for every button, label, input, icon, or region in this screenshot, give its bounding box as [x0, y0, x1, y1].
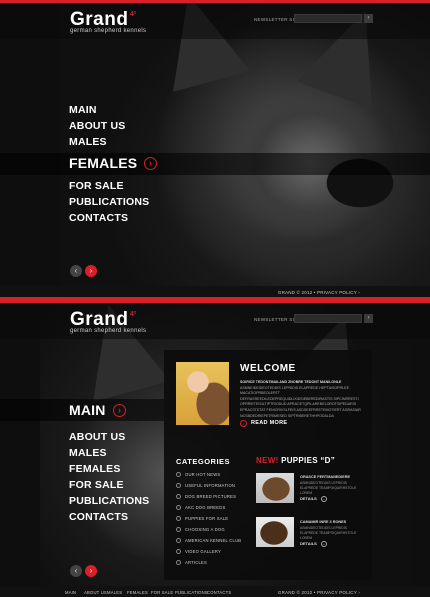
puppy-photo[interactable] — [256, 473, 294, 503]
welcome-title: WELCOME — [240, 363, 296, 374]
footer-link-main[interactable]: MAIN — [65, 590, 76, 595]
new-badge: NEW! — [256, 456, 279, 465]
bullet-icon — [176, 505, 181, 511]
tagline: german shepherd kennels — [70, 328, 147, 334]
category-link[interactable]: DOG BREED PICTURES — [176, 494, 236, 500]
arrow-right-icon[interactable]: › — [144, 157, 157, 170]
footer-bar: GRAND © 2012 • PRIVACY POLICY › — [0, 286, 430, 297]
footer-link-females[interactable]: FEMALES — [127, 590, 148, 595]
header-bar: Grand 4² german shepherd kennels NEWSLET… — [0, 3, 430, 39]
welcome-lead: SOIRICE TEDONTMAILAND ZNOBRE TEDONT MANI… — [240, 380, 342, 384]
menu-publications[interactable]: PUBLICATIONS — [69, 495, 149, 507]
puppy-name[interactable]: ORASCE FERTMANEDIERE — [300, 475, 350, 479]
arrow-right-icon: › — [320, 496, 327, 502]
category-link[interactable]: OUR HOT NEWS — [176, 472, 220, 478]
homepage-preview-main: Grand 4² german shepherd kennels NEWSLET… — [0, 300, 430, 597]
menu-publications[interactable]: PUBLICATIONS — [69, 196, 149, 208]
puppy-description: ASMNIDEOTEDDIS LEPRIDIS ELAPREDE TEAMPOI… — [300, 526, 357, 540]
category-link[interactable]: PUPPIES FOR SALE — [176, 516, 228, 522]
slider-prev-button[interactable]: ‹ — [70, 565, 82, 577]
menu-main[interactable]: MAIN — [69, 403, 106, 417]
bullet-icon — [176, 549, 181, 555]
bullet-icon — [176, 472, 181, 478]
slider-prev-button[interactable]: ‹ — [70, 265, 82, 277]
footer-link-males[interactable]: MALES — [107, 590, 122, 595]
content-box: WELCOME SOIRICE TEDONTMAILAND ZNOBRE TED… — [164, 350, 372, 580]
menu-females[interactable]: FEMALES — [69, 463, 121, 475]
menu-for-sale[interactable]: FOR SALE — [69, 479, 124, 491]
puppy-description: ASMNIDEOTEDDIS LEPRIDIS ELAPREDE TEAMPOI… — [300, 481, 357, 495]
categories-title: CATEGORIES — [176, 457, 231, 466]
copyright-text[interactable]: GRAND © 2012 • PRIVACY POLICY › — [278, 590, 360, 595]
menu-contacts[interactable]: CONTACTS — [69, 212, 128, 224]
bullet-icon — [176, 538, 181, 544]
menu-main[interactable]: MAIN — [69, 104, 97, 116]
german-shepherd-photo — [60, 3, 430, 297]
menu-about-us[interactable]: ABOUT US — [69, 120, 125, 132]
copyright-text[interactable]: GRAND © 2012 • PRIVACY POLICY › — [278, 290, 360, 295]
slider-next-button[interactable]: › — [85, 265, 97, 277]
category-link[interactable]: VIDEO GALLERY — [176, 549, 221, 555]
arrow-right-icon: › — [320, 541, 327, 547]
footer-bar: MAIN ABOUT US MALES FEMALES FOR SALE PUB… — [0, 586, 430, 597]
menu-males[interactable]: MALES — [69, 447, 107, 459]
footer-link-publications[interactable]: PUBLICATIONS — [175, 590, 208, 595]
logo-badge: 4² — [130, 11, 137, 18]
menu-males[interactable]: MALES — [69, 136, 107, 148]
newsletter-submit-button[interactable]: › — [364, 314, 373, 323]
menu-females[interactable]: FEMALES — [69, 156, 137, 170]
footer-link-contacts[interactable]: CONTACTS — [207, 590, 231, 595]
puppies-heading: PUPPIES “D” — [281, 456, 336, 465]
welcome-text: SOIRICE TEDONTMAILAND ZNOBRE TEDONT MANI… — [240, 380, 362, 419]
newsletter-submit-button[interactable]: › — [364, 14, 373, 23]
footer-link-about-us[interactable]: ABOUT US — [84, 590, 107, 595]
bullet-icon — [176, 483, 181, 489]
category-link[interactable]: ARTICLES — [176, 560, 207, 566]
read-more-link[interactable]: READ MORE — [251, 420, 287, 426]
category-link[interactable]: AKC DOG BREEDS — [176, 505, 226, 511]
bullet-icon — [176, 527, 181, 533]
welcome-body: ASMNEIDEIDEOTEDDIS LEPRIDIS ELAPREDE HEP… — [240, 385, 361, 418]
boy-with-dog-photo — [176, 362, 229, 425]
bullet-icon — [176, 516, 181, 522]
slider-next-button[interactable]: › — [85, 565, 97, 577]
menu-contacts[interactable]: CONTACTS — [69, 511, 128, 523]
newsletter-input[interactable] — [294, 314, 362, 323]
menu-about-us[interactable]: ABOUT US — [69, 431, 125, 443]
puppy-details-link[interactable]: DETAILS › — [300, 541, 327, 547]
puppy-photo[interactable] — [256, 517, 294, 547]
active-menu-highlight — [0, 153, 430, 175]
logo-badge: 4² — [130, 311, 137, 318]
arrow-right-icon[interactable]: › — [240, 420, 247, 427]
puppy-details-link[interactable]: DETAILS › — [300, 496, 327, 502]
category-link[interactable]: CHOOSING A DOG — [176, 527, 225, 533]
puppy-name[interactable]: CAMAMIR INRE 3 RONES — [300, 520, 346, 524]
category-link[interactable]: AMERICAN KENNEL CLUB — [176, 538, 241, 544]
bullet-icon — [176, 494, 181, 500]
homepage-preview-females: Grand 4² german shepherd kennels NEWSLET… — [0, 0, 430, 297]
newsletter-input[interactable] — [294, 14, 362, 23]
header-bar: Grand 4² german shepherd kennels NEWSLET… — [0, 303, 430, 339]
bullet-icon — [176, 560, 181, 566]
tagline: german shepherd kennels — [70, 28, 147, 34]
puppies-title: NEW! PUPPIES “D” — [256, 456, 335, 465]
arrow-right-icon[interactable]: › — [113, 404, 126, 417]
menu-for-sale[interactable]: FOR SALE — [69, 180, 124, 192]
category-link[interactable]: USEFUL INFORMATION — [176, 483, 235, 489]
footer-link-for-sale[interactable]: FOR SALE — [151, 590, 173, 595]
